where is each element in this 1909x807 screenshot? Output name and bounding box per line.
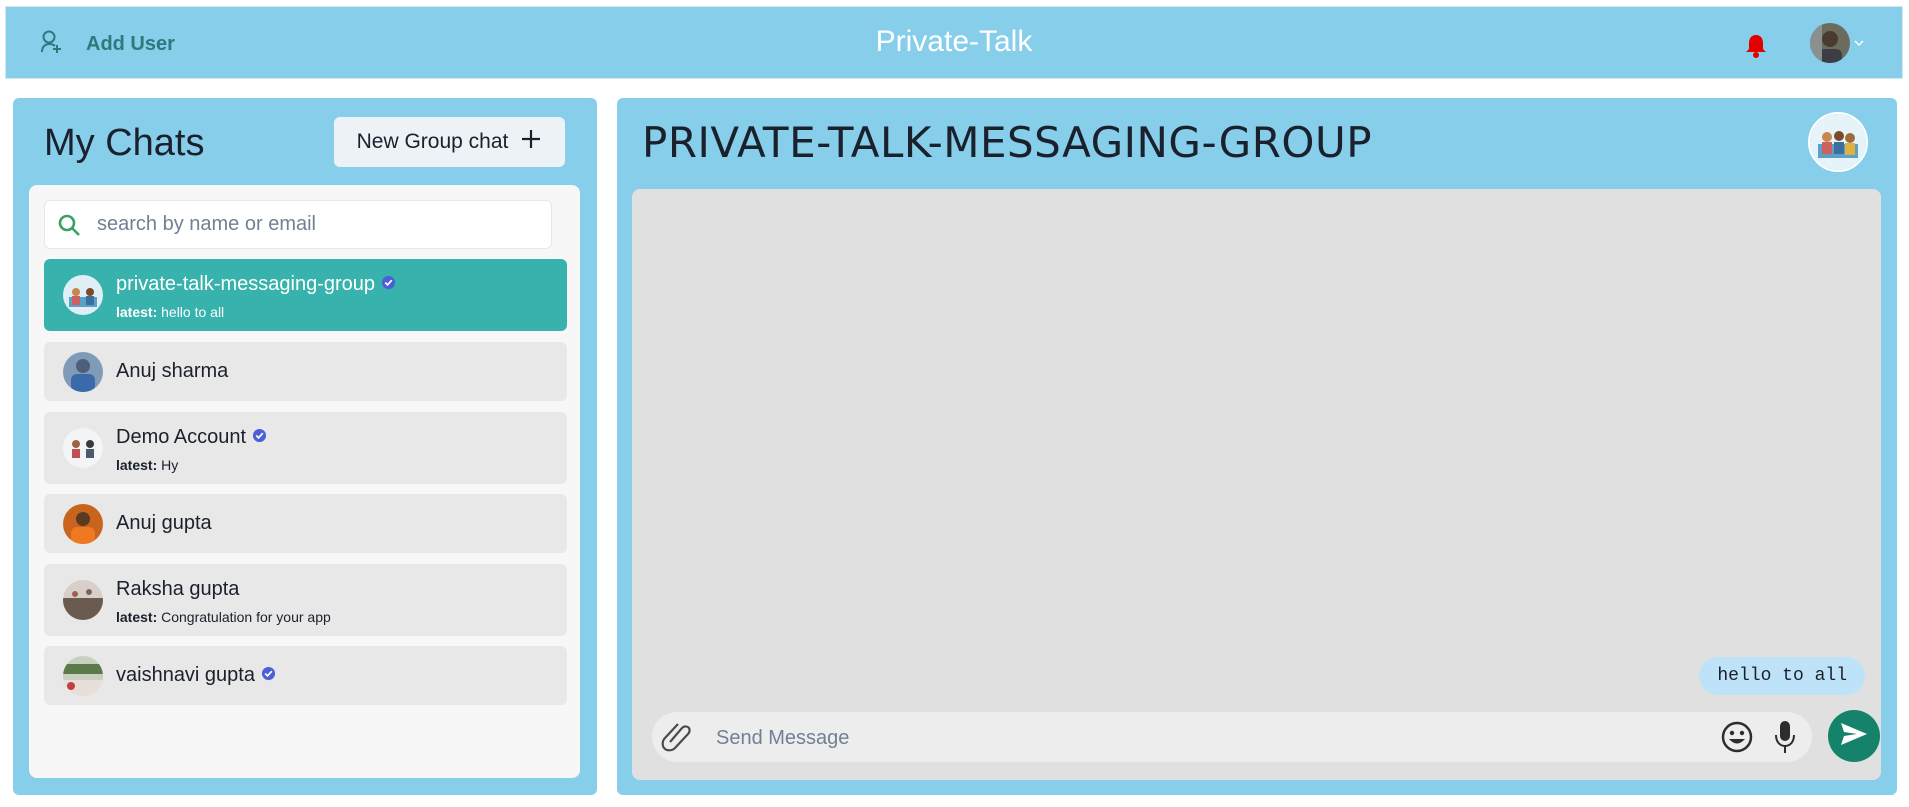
search-field <box>44 200 552 249</box>
verified-badge-icon <box>252 426 267 449</box>
contact-avatar <box>63 504 103 544</box>
chat-latest-message: latest: hello to all <box>116 304 225 320</box>
chat-name: Demo Account <box>116 426 267 449</box>
attachment-icon[interactable] <box>660 722 694 757</box>
emoji-icon[interactable] <box>1720 720 1754 759</box>
message-bubble-own: hello to all <box>1699 657 1865 695</box>
chat-name: Anuj gupta <box>116 512 212 534</box>
plus-icon <box>520 128 542 156</box>
my-chats-title: My Chats <box>44 122 205 164</box>
chat-item-anuj-sharma[interactable]: Anuj sharma <box>44 342 567 401</box>
microphone-icon[interactable] <box>1772 719 1798 760</box>
chat-item-anuj-gupta[interactable]: Anuj gupta <box>44 494 567 553</box>
chat-name: Raksha gupta <box>116 578 240 600</box>
chat-latest-message: latest: Hy <box>116 457 179 473</box>
message-composer <box>652 712 1812 762</box>
group-info-avatar[interactable] <box>1808 112 1868 172</box>
chats-sidebar: My Chats New Group chat private-talk-mes… <box>13 98 597 795</box>
send-button[interactable] <box>1828 710 1880 762</box>
chat-item-raksha-gupta[interactable]: Raksha gupta latest: Congratulation for … <box>44 564 567 636</box>
chat-item-private-talk-messaging-group[interactable]: private-talk-messaging-group latest: hel… <box>44 259 567 331</box>
search-icon <box>57 213 81 237</box>
chat-name: Anuj sharma <box>116 360 229 382</box>
contact-avatar <box>63 656 103 696</box>
app-title: Private-Talk <box>875 25 1033 58</box>
chat-latest-message: latest: Congratulation for your app <box>116 609 331 625</box>
contact-avatar <box>63 428 103 468</box>
contact-avatar <box>63 352 103 392</box>
chevron-down-icon <box>1854 34 1864 52</box>
new-group-chat-label: New Group chat <box>356 130 509 153</box>
chat-item-vaishnavi-gupta[interactable]: vaishnavi gupta <box>44 646 567 705</box>
send-icon <box>1839 721 1869 752</box>
verified-badge-icon <box>381 273 396 296</box>
notification-bell-icon[interactable] <box>1744 33 1768 64</box>
chat-list: private-talk-messaging-group latest: hel… <box>29 185 580 778</box>
chat-panel: PRIVATE-TALK-MESSAGING-GROUP hello to al… <box>617 98 1897 795</box>
search-input[interactable] <box>95 212 519 237</box>
contact-avatar <box>63 580 103 620</box>
message-input[interactable] <box>714 722 1708 754</box>
chat-name: vaishnavi gupta <box>116 664 276 687</box>
user-avatar <box>1810 23 1850 63</box>
profile-menu-button[interactable] <box>1810 23 1864 63</box>
chat-title: PRIVATE-TALK-MESSAGING-GROUP <box>642 118 1373 167</box>
group-avatar <box>63 275 103 315</box>
verified-badge-icon <box>261 664 276 687</box>
chat-item-demo-account[interactable]: Demo Account latest: Hy <box>44 412 567 484</box>
chat-name: private-talk-messaging-group <box>116 273 396 296</box>
messages-area[interactable]: hello to all <box>632 189 1881 780</box>
top-bar: Add User Private-Talk <box>5 6 1903 79</box>
new-group-chat-button[interactable]: New Group chat <box>334 117 565 167</box>
